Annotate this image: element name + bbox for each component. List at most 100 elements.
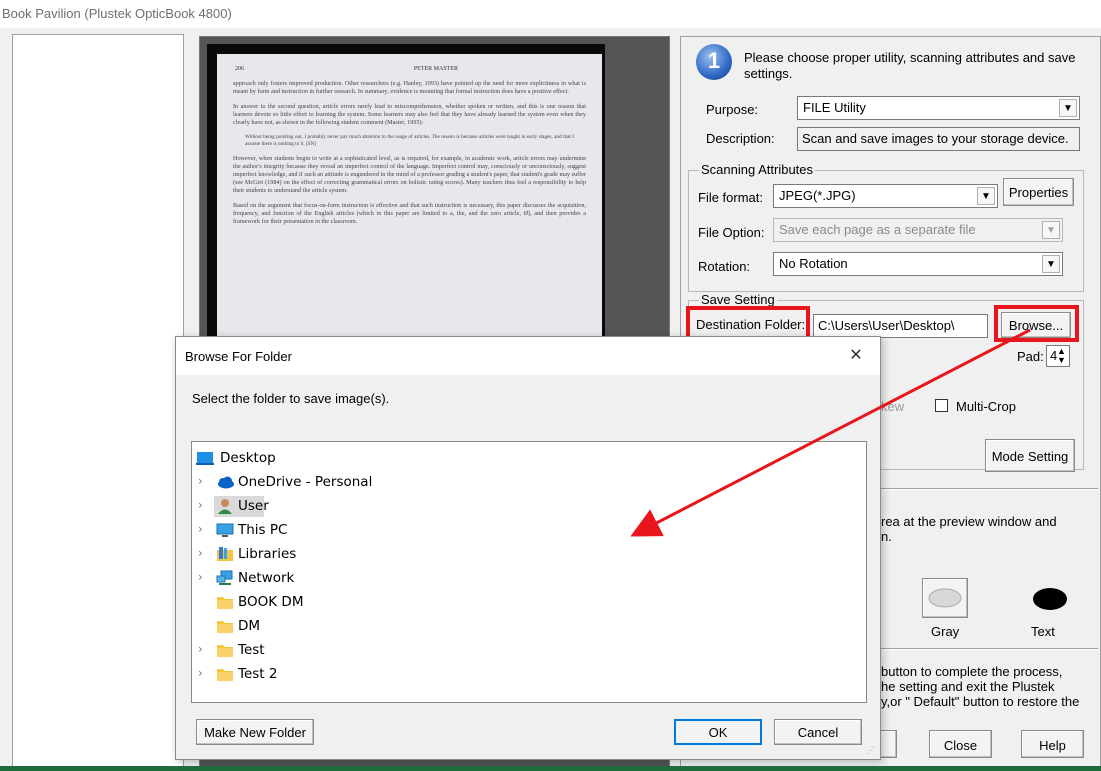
scanned-page-header: 206 PETER MASTER <box>233 66 586 72</box>
tree-item-test[interactable]: › Test <box>198 640 498 662</box>
save-setting-title: Save Setting <box>699 292 777 307</box>
chevron-right-icon[interactable]: › <box>198 570 210 584</box>
chevron-right-icon[interactable]: › <box>198 498 210 512</box>
deskew-label: kew <box>881 399 905 414</box>
tree-item-dm[interactable]: DM <box>198 616 498 638</box>
folder-icon <box>217 669 233 681</box>
spin-down-icon[interactable]: ▼ <box>1055 356 1068 365</box>
scanned-page-frame: 206 PETER MASTER approach only fosters i… <box>207 44 605 384</box>
tree-item-label: Network <box>238 570 295 586</box>
text-mode-label: Text <box>1031 624 1055 639</box>
chevron-right-icon[interactable]: › <box>198 474 210 488</box>
folder-tree[interactable]: Desktop › OneDrive - Personal › User › T… <box>191 441 867 703</box>
pad-label: Pad: <box>1017 349 1044 364</box>
black-ellipse-icon <box>1033 588 1067 610</box>
step-three-text-line3: y,or " Default" button to restore the <box>881 694 1080 709</box>
tree-item-label: This PC <box>238 522 288 538</box>
close-button[interactable]: Close <box>929 730 992 758</box>
tree-item-network[interactable]: › Network <box>198 568 498 590</box>
tree-item-label: Desktop <box>220 450 276 466</box>
chevron-right-icon[interactable]: › <box>198 666 210 680</box>
pad-spinner[interactable]: ▲ ▼ <box>1055 347 1068 365</box>
help-button[interactable]: Help <box>1021 730 1084 758</box>
scanning-attributes-title: Scanning Attributes <box>699 162 816 177</box>
file-option-value: Save each page as a separate file <box>779 222 976 237</box>
tree-item-test-2[interactable]: › Test 2 <box>198 664 498 686</box>
scanned-paragraph: However, when students begin to write at… <box>233 155 586 194</box>
gray-mode-button[interactable] <box>922 578 968 618</box>
tree-item-book-dm[interactable]: BOOK DM <box>198 592 498 614</box>
file-format-label: File format: <box>698 190 764 205</box>
multi-crop-label: Multi-Crop <box>956 399 1016 414</box>
monitor-icon <box>216 523 234 537</box>
properties-button[interactable]: Properties <box>1003 178 1074 206</box>
chevron-down-icon: ▼ <box>1042 221 1060 239</box>
bottom-border <box>0 766 1101 771</box>
tree-item-label: Test <box>238 642 265 658</box>
scanned-running-head: PETER MASTER <box>413 66 458 72</box>
chevron-right-icon[interactable]: › <box>198 642 210 656</box>
desktop-icon <box>196 452 214 465</box>
tree-item-label: Test 2 <box>238 666 278 682</box>
network-icon <box>216 570 233 585</box>
folder-icon <box>217 597 233 609</box>
scanned-paragraph: approach only fosters improved productio… <box>233 80 586 95</box>
tree-item-this-pc[interactable]: › This PC <box>198 520 498 542</box>
dialog-titlebar: Browse For Folder ✕ <box>176 337 880 375</box>
scanned-page: 206 PETER MASTER approach only fosters i… <box>217 54 602 384</box>
scanned-paragraph: In answer to the second question, articl… <box>233 103 586 126</box>
close-icon[interactable]: ✕ <box>840 345 872 369</box>
step-two-text-line1: rea at the preview window and <box>881 514 1057 529</box>
step-two-text-line2: n. <box>881 529 892 544</box>
tree-item-user[interactable]: › User <box>198 496 498 518</box>
browse-folder-dialog: Browse For Folder ✕ Select the folder to… <box>175 336 881 760</box>
step-one-instructions: Please choose proper utility, scanning a… <box>744 50 1076 81</box>
tree-item-libraries[interactable]: › Libraries <box>198 544 498 566</box>
app-title: Book Pavilion (Plustek OpticBook 4800) <box>2 6 232 21</box>
description-label: Description: <box>706 131 775 146</box>
purpose-label: Purpose: <box>706 102 759 117</box>
chevron-right-icon[interactable]: › <box>198 546 210 560</box>
libraries-icon <box>217 547 233 561</box>
file-option-label: File Option: <box>698 225 765 240</box>
file-format-select[interactable]: JPEG(*.JPG) ▼ <box>773 184 998 208</box>
resize-grip-icon[interactable]: ⋰ <box>866 745 878 757</box>
file-option-select[interactable]: Save each page as a separate file ▼ <box>773 218 1063 242</box>
ok-button[interactable]: OK <box>674 719 762 745</box>
gray-ellipse-icon <box>928 588 962 608</box>
purpose-select-value: FILE Utility <box>803 100 866 115</box>
rotation-label: Rotation: <box>698 259 751 274</box>
chevron-down-icon: ▼ <box>1042 255 1060 273</box>
step-one-badge: 1 <box>696 44 732 80</box>
tree-item-label: OneDrive - Personal <box>238 474 373 490</box>
user-icon <box>218 499 232 514</box>
cloud-icon <box>218 476 234 489</box>
step-three-text-line1: button to complete the process, <box>881 664 1063 679</box>
rotation-select[interactable]: No Rotation ▼ <box>773 252 1063 276</box>
description-field: Scan and save images to your storage dev… <box>797 127 1080 151</box>
mode-setting-button[interactable]: Mode Setting <box>985 439 1075 472</box>
tree-item-label: Libraries <box>238 546 297 562</box>
destination-folder-field[interactable]: C:\Users\User\Desktop\ <box>813 314 988 338</box>
scanned-page-number: 206 <box>235 66 244 72</box>
rotation-value: No Rotation <box>779 256 848 271</box>
purpose-select[interactable]: FILE Utility ▼ <box>797 96 1080 120</box>
make-new-folder-button[interactable]: Make New Folder <box>196 719 314 745</box>
tree-item-onedrive[interactable]: › OneDrive - Personal <box>198 472 498 494</box>
scanned-quote: Without being pointing out, I probably n… <box>245 134 574 147</box>
step-three-text-line2: he setting and exit the Plustek <box>881 679 1055 694</box>
chevron-right-icon[interactable]: › <box>198 522 210 536</box>
annotation-browse-highlight <box>994 305 1079 342</box>
tree-item-desktop[interactable]: Desktop <box>196 448 496 470</box>
folder-icon <box>217 645 233 657</box>
multi-crop-checkbox[interactable] <box>935 399 948 412</box>
text-mode-button[interactable] <box>1026 580 1074 618</box>
chevron-down-icon: ▼ <box>1059 99 1077 117</box>
thumbnail-pane[interactable] <box>12 34 184 771</box>
cancel-button[interactable]: Cancel <box>774 719 862 745</box>
folder-icon <box>217 621 233 633</box>
tree-item-label: BOOK DM <box>238 594 304 610</box>
gray-mode-label: Gray <box>931 624 960 639</box>
tree-item-label: DM <box>238 618 261 634</box>
app-titlebar: Book Pavilion (Plustek OpticBook 4800) <box>0 0 1101 28</box>
